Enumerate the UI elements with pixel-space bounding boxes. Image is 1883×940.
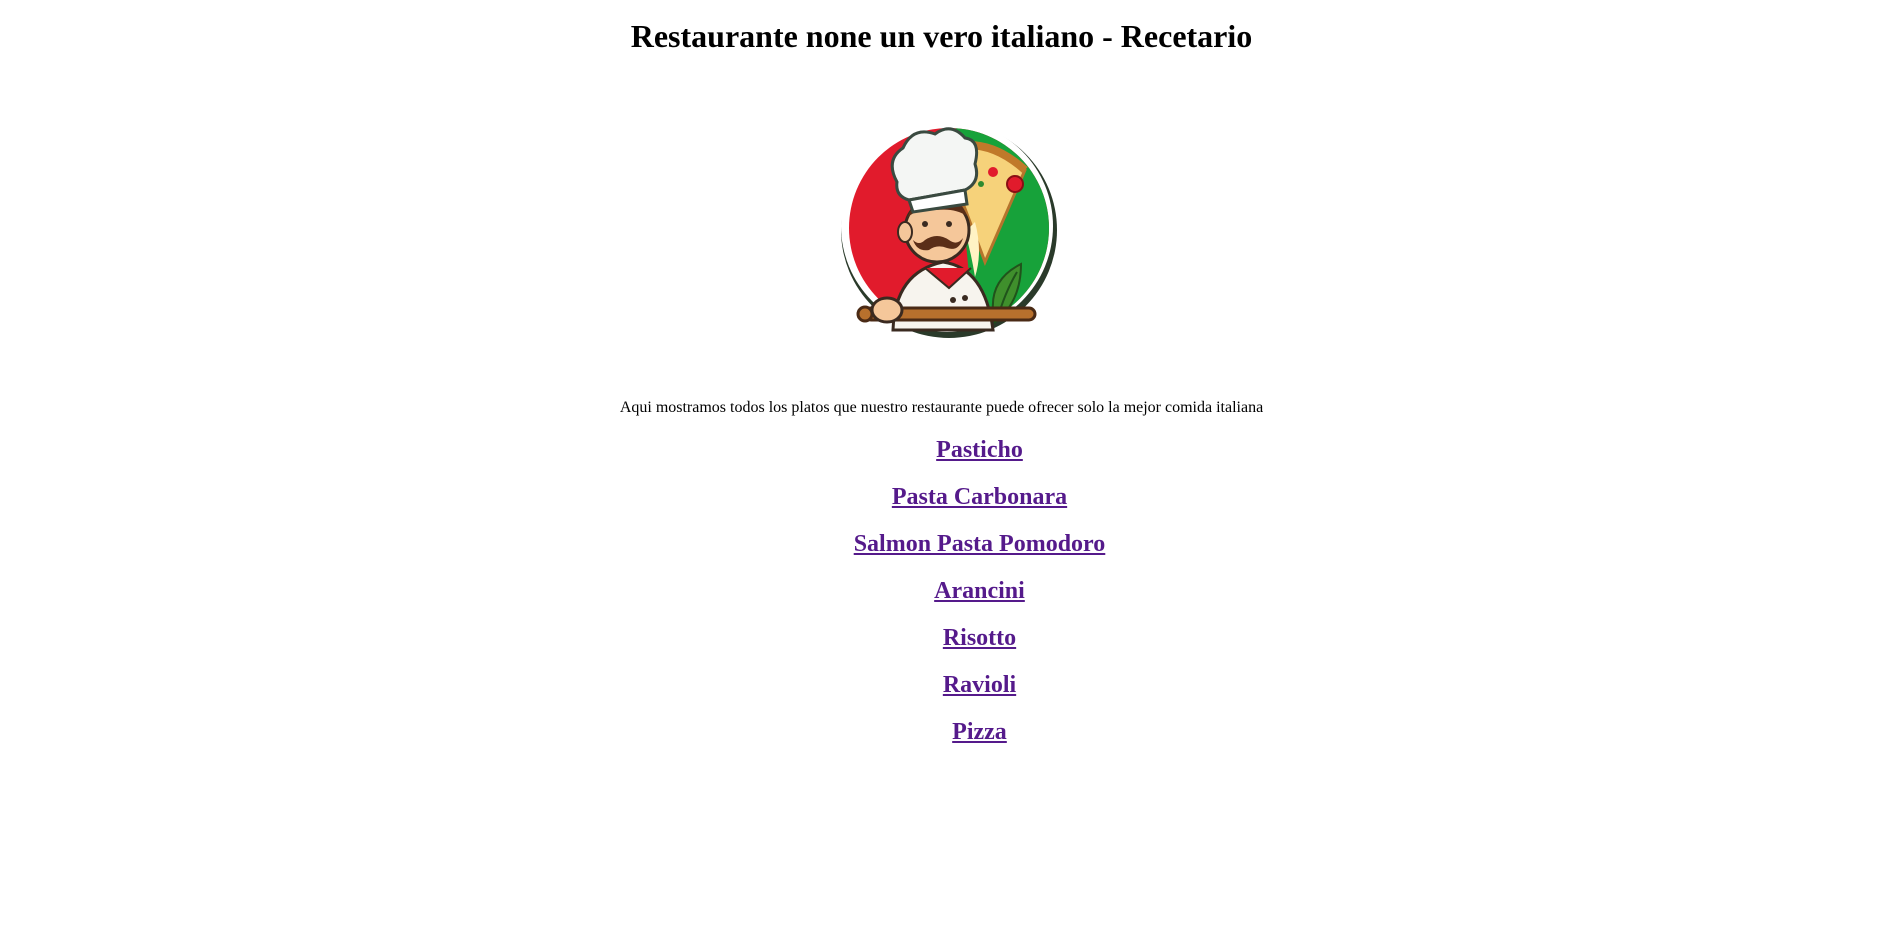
- list-item: Ravioli: [38, 668, 1883, 715]
- chef-with-pizza-icon: [841, 120, 1057, 338]
- dish-list: Pasticho Pasta Carbonara Salmon Pasta Po…: [38, 433, 1883, 762]
- dish-link-risotto[interactable]: Risotto: [943, 625, 1016, 651]
- dish-link-pizza[interactable]: Pizza: [952, 719, 1007, 745]
- list-item: Arancini: [38, 574, 1883, 621]
- page-title: Restaurante none un vero italiano - Rece…: [630, 18, 1253, 54]
- intro-text: Aqui mostramos todos los platos que nues…: [619, 399, 1264, 416]
- list-item: Pasticho: [38, 433, 1883, 480]
- dish-link-salmon-pasta-pomodoro[interactable]: Salmon Pasta Pomodoro: [854, 531, 1106, 557]
- dish-link-pasticho[interactable]: Pasticho: [936, 437, 1023, 463]
- dish-link-pasta-carbonara[interactable]: Pasta Carbonara: [892, 484, 1067, 510]
- dish-link-arancini[interactable]: Arancini: [934, 578, 1025, 604]
- list-item: Risotto: [38, 621, 1883, 668]
- list-item: Pasta Carbonara: [38, 480, 1883, 527]
- list-item: Salmon Pasta Pomodoro: [38, 527, 1883, 574]
- dish-link-ravioli[interactable]: Ravioli: [943, 672, 1016, 698]
- list-item: Pizza: [38, 715, 1883, 762]
- chef-logo-image: [825, 112, 1065, 344]
